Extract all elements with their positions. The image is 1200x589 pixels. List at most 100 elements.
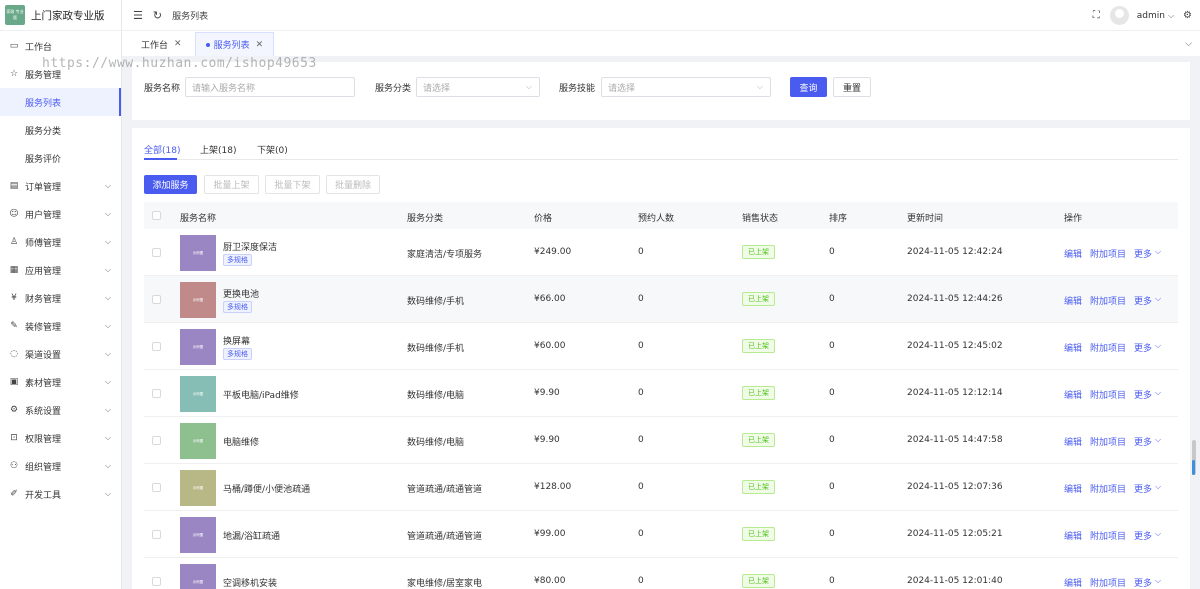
search-button[interactable]: 查询	[790, 77, 827, 97]
batch-on-shelf-button[interactable]: 批量上架	[204, 175, 259, 194]
sidebar-item[interactable]: ▦ 应用管理 ⌵	[0, 256, 121, 284]
add-service-button[interactable]: 添加服务	[144, 175, 197, 194]
row-checkbox[interactable]	[152, 389, 161, 398]
tab-workbench[interactable]: 工作台 ✕	[130, 32, 193, 56]
sidebar-item-label: 用户管理	[25, 210, 62, 221]
row-checkbox[interactable]	[152, 342, 161, 351]
row-checkbox[interactable]	[152, 295, 161, 304]
table-row[interactable]: 示例图 马桶/蹲便/小便池疏通 管道疏通/疏通管道 ¥128.00 0 已上架 0 2024-…	[144, 464, 1178, 511]
sidebar-item[interactable]: ☆ 服务管理	[0, 60, 121, 88]
extra-items-link[interactable]: 附加项目	[1090, 388, 1126, 401]
service-name-input[interactable]: 请输入服务名称	[185, 77, 355, 97]
service-skill-select[interactable]: 请选择 ⌵	[601, 77, 771, 97]
edit-link[interactable]: 编辑	[1064, 388, 1082, 401]
extra-items-link[interactable]: 附加项目	[1090, 294, 1126, 307]
sidebar-item[interactable]: 服务列表	[0, 88, 121, 116]
sidebar-item[interactable]: 服务分类	[0, 116, 121, 144]
gear-icon[interactable]: ⚙	[1183, 10, 1192, 21]
chevron-down-icon[interactable]: ⌵	[1155, 247, 1161, 257]
edit-link[interactable]: 编辑	[1064, 341, 1082, 354]
edit-link[interactable]: 编辑	[1064, 529, 1082, 542]
row-checkbox[interactable]	[152, 530, 161, 539]
table-row[interactable]: 示例图 厨卫深度保洁 多规格 家庭清洁/专项服务 ¥249.00 0 已上架 0 2024-11…	[144, 229, 1178, 276]
chevron-down-icon[interactable]: ⌵	[1155, 529, 1161, 539]
chevron-down-icon[interactable]: ⌵	[1155, 576, 1161, 586]
top-header: ☰ ↻ 服务列表 ⛶ admin ⌵ ⚙	[122, 0, 1200, 31]
chevron-down-icon[interactable]: ⌵	[1185, 39, 1192, 49]
table-row[interactable]: 示例图 电脑维修 数码维修/电脑 ¥9.90 0 已上架 0 2024-11-05 14:47…	[144, 417, 1178, 464]
sidebar-item[interactable]: ▭ 工作台	[0, 32, 121, 60]
booking-count: 0	[638, 247, 644, 257]
sidebar-item[interactable]: ✐ 开发工具 ⌵	[0, 480, 121, 508]
chevron-down-icon[interactable]: ⌵	[1155, 294, 1161, 304]
batch-delete-button[interactable]: 批量删除	[326, 175, 380, 194]
sidebar-item[interactable]: ✎ 装修管理 ⌵	[0, 312, 121, 340]
edit-link[interactable]: 编辑	[1064, 247, 1082, 260]
chevron-down-icon[interactable]: ⌵	[1155, 435, 1161, 445]
row-checkbox[interactable]	[152, 248, 161, 257]
tab-off-shelf[interactable]: 下架(0)	[257, 143, 288, 156]
edit-link[interactable]: 编辑	[1064, 576, 1082, 589]
tab-all[interactable]: 全部(18)	[144, 143, 180, 156]
row-checkbox[interactable]	[152, 483, 161, 492]
table-row[interactable]: 示例图 换屏幕 多规格 数码维修/手机 ¥60.00 0 已上架 0 2024-11-05 12…	[144, 323, 1178, 370]
more-link[interactable]: 更多	[1134, 247, 1152, 260]
more-link[interactable]: 更多	[1134, 341, 1152, 354]
more-link[interactable]: 更多	[1134, 388, 1152, 401]
sidebar-item[interactable]: ◌ 渠道设置 ⌵	[0, 340, 121, 368]
status-badge: 已上架	[742, 480, 775, 494]
tab-service-list[interactable]: 服务列表 ✕	[194, 32, 275, 56]
sidebar-item[interactable]: ♙ 师傅管理 ⌵	[0, 228, 121, 256]
batch-off-shelf-button[interactable]: 批量下架	[265, 175, 320, 194]
more-link[interactable]: 更多	[1134, 482, 1152, 495]
sidebar-item[interactable]: ¥ 财务管理 ⌵	[0, 284, 121, 312]
chevron-down-icon[interactable]: ⌵	[1168, 11, 1174, 21]
sidebar-item[interactable]: 服务评价	[0, 144, 121, 172]
chevron-down-icon[interactable]: ⌵	[1155, 341, 1161, 351]
sidebar-item[interactable]: ☺ 用户管理 ⌵	[0, 200, 121, 228]
extra-items-link[interactable]: 附加项目	[1090, 341, 1126, 354]
more-link[interactable]: 更多	[1134, 435, 1152, 448]
refresh-icon[interactable]: ↻	[153, 9, 162, 22]
more-link[interactable]: 更多	[1134, 576, 1152, 589]
row-checkbox[interactable]	[152, 577, 161, 586]
table-row[interactable]: 示例图 平板电脑/iPad维修 数码维修/电脑 ¥9.90 0 已上架 0 2024-11-0…	[144, 370, 1178, 417]
chevron-down-icon[interactable]: ⌵	[1155, 482, 1161, 492]
row-checkbox[interactable]	[152, 436, 161, 445]
sidebar-item[interactable]: ▣ 素材管理 ⌵	[0, 368, 121, 396]
table-row[interactable]: 示例图 空调移机安装 家电维修/居室家电 ¥80.00 0 已上架 0 2024-11-05 …	[144, 558, 1178, 589]
select-all-checkbox[interactable]	[152, 211, 161, 220]
service-category-select[interactable]: 请选择 ⌵	[416, 77, 540, 97]
extra-items-link[interactable]: 附加项目	[1090, 435, 1126, 448]
lock-icon: ⊡	[10, 433, 18, 443]
close-icon[interactable]: ✕	[256, 40, 264, 50]
edit-link[interactable]: 编辑	[1064, 435, 1082, 448]
extra-items-link[interactable]: 附加项目	[1090, 482, 1126, 495]
fullscreen-icon[interactable]: ⛶	[1093, 10, 1100, 21]
service-name: 更换电池	[223, 290, 260, 300]
sidebar-item-label: 开发工具	[25, 490, 62, 501]
extra-items-link[interactable]: 附加项目	[1090, 247, 1126, 260]
sidebar-item[interactable]: ⚇ 组织管理 ⌵	[0, 452, 121, 480]
username[interactable]: admin	[1137, 11, 1165, 21]
edit-link[interactable]: 编辑	[1064, 482, 1082, 495]
sidebar-item[interactable]: ⊡ 权限管理 ⌵	[0, 424, 121, 452]
more-link[interactable]: 更多	[1134, 294, 1152, 307]
updated-time: 2024-11-05 12:45:02	[907, 341, 1003, 351]
more-link[interactable]: 更多	[1134, 529, 1152, 542]
chevron-down-icon[interactable]: ⌵	[1155, 388, 1161, 398]
avatar[interactable]	[1109, 6, 1129, 25]
extra-items-link[interactable]: 附加项目	[1090, 529, 1126, 542]
edit-link[interactable]: 编辑	[1064, 294, 1082, 307]
extra-items-link[interactable]: 附加项目	[1090, 576, 1126, 589]
reset-button[interactable]: 重置	[833, 77, 871, 97]
booking-count: 0	[638, 294, 644, 304]
close-icon[interactable]: ✕	[174, 39, 182, 49]
star-icon: ☆	[9, 69, 19, 79]
tab-on-shelf[interactable]: 上架(18)	[200, 143, 236, 156]
table-row[interactable]: 示例图 更换电池 多规格 数码维修/手机 ¥66.00 0 已上架 0 2024-11-05 1…	[144, 276, 1178, 323]
menu-toggle-icon[interactable]: ☰	[133, 9, 143, 22]
sidebar-item[interactable]: ▤ 订单管理 ⌵	[0, 172, 121, 200]
table-row[interactable]: 示例图 地漏/浴缸疏通 管道疏通/疏通管道 ¥99.00 0 已上架 0 2024-11-05…	[144, 511, 1178, 558]
sidebar-item[interactable]: ⚙ 系统设置 ⌵	[0, 396, 121, 424]
